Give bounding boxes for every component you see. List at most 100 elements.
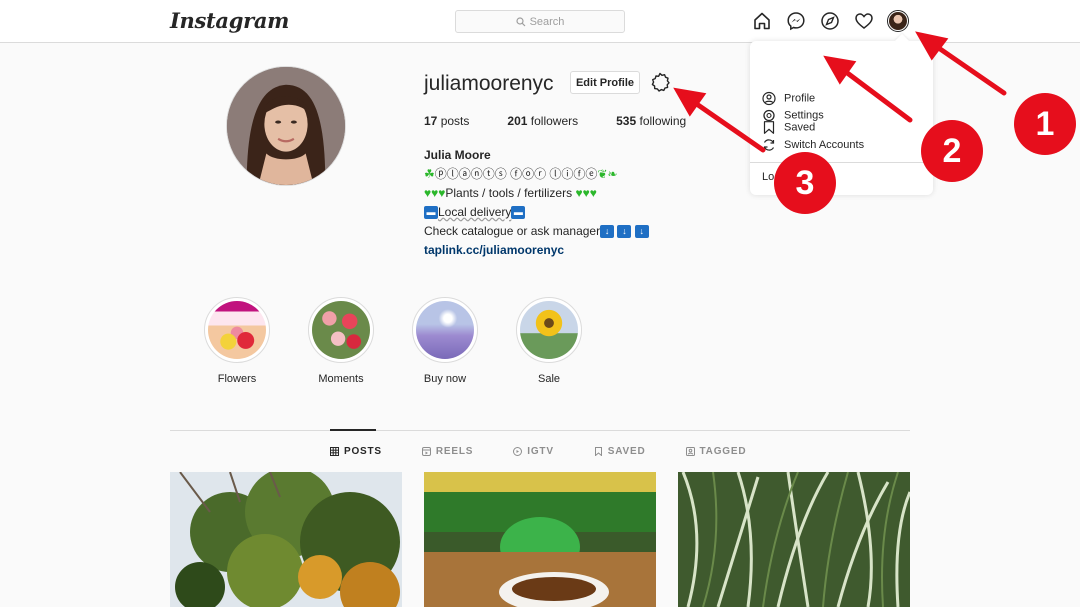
bio-line-1: ☘ⓟⓛⓐⓝⓣⓢ ⓕⓞⓡ ⓛⓘⓕⓔ❦❧: [424, 165, 649, 184]
highlight-thumbnail: [520, 301, 578, 359]
profile-bio: Julia Moore ☘ⓟⓛⓐⓝⓣⓢ ⓕⓞⓡ ⓛⓘⓕⓔ❦❧ ♥♥♥Plants…: [424, 146, 649, 260]
dropdown-item-switch-accounts[interactable]: Switch Accounts: [750, 130, 933, 159]
settings-gear-icon[interactable]: [649, 71, 671, 93]
highlight-ring: [412, 297, 478, 363]
dropdown-label: Switch Accounts: [784, 138, 865, 151]
bio-text: Local delivery: [438, 205, 512, 219]
bio-line-2: ♥♥♥Plants / tools / fertilizers ♥♥♥: [424, 184, 649, 203]
tab-label: IGTV: [527, 446, 554, 457]
bio-text: Plants / tools / fertilizers: [445, 186, 573, 200]
dropdown-divider: [750, 162, 933, 163]
stat-following[interactable]: 535 following: [616, 114, 686, 128]
post-image-coffee: [424, 472, 656, 607]
stat-label: followers: [530, 114, 579, 128]
car-emoji: ▬: [424, 206, 438, 220]
tab-tagged[interactable]: TAGGED: [685, 446, 747, 457]
shamrock-emoji: ☘: [424, 167, 435, 181]
highlight-label: Flowers: [217, 373, 257, 385]
down-arrow-emoji: ↓: [617, 225, 632, 239]
avatar-image: [889, 12, 907, 30]
highlight-label: Moments: [318, 373, 364, 385]
post-thumbnail[interactable]: [170, 472, 402, 607]
tab-posts[interactable]: POSTS: [330, 446, 382, 457]
story-highlights: Flowers Moments Buy now Sale: [204, 297, 582, 385]
tab-label: REELS: [435, 446, 474, 457]
search-icon: [515, 16, 525, 26]
highlight-ring: [204, 297, 270, 363]
tab-saved[interactable]: SAVED: [594, 446, 646, 457]
bio-text: Check catalogue or ask manager: [424, 224, 601, 238]
active-tab-indicator: [330, 429, 376, 431]
annotation-arrow: [927, 39, 1007, 96]
highlight-buy-now[interactable]: Buy now: [412, 297, 478, 385]
post-thumbnail[interactable]: [424, 472, 656, 607]
profile-website-link[interactable]: taplink.cc/juliamoorenyc: [424, 241, 649, 260]
profile-username: juliamoorenyc: [424, 72, 554, 95]
messenger-icon[interactable]: [785, 10, 807, 32]
profile-full-name: Julia Moore: [424, 148, 491, 162]
stat-count: 17: [424, 114, 438, 128]
bio-line-4: Check catalogue or ask manager ↓ ↓ ↓: [424, 222, 649, 241]
annotation-arrowhead: [673, 87, 707, 117]
bio-text: ⓟⓛⓐⓝⓣⓢ ⓕⓞⓡ ⓛⓘⓕⓔ: [434, 167, 598, 181]
green-hearts-emoji: ♥♥♥: [575, 186, 597, 200]
seedling-emoji: ❦❧: [597, 167, 618, 181]
bio-line-3: ▬ Local delivery ▬: [424, 203, 649, 222]
gear-icon: [763, 109, 775, 121]
search-placeholder: Search: [529, 15, 565, 28]
tag-icon: [685, 447, 695, 456]
tab-label: SAVED: [607, 446, 646, 457]
highlight-thumbnail: [312, 301, 370, 359]
highlight-ring: [516, 297, 582, 363]
highlight-flowers[interactable]: Flowers: [204, 297, 270, 385]
stat-label: posts: [440, 114, 470, 128]
down-arrow-emoji: ↓: [600, 225, 615, 239]
highlight-label: Sale: [537, 373, 561, 385]
stat-followers[interactable]: 201 followers: [507, 114, 578, 128]
green-hearts-emoji: ♥♥♥: [424, 186, 446, 200]
dropdown-item-logout[interactable]: Lo: [762, 171, 774, 183]
tabs-divider: [170, 430, 910, 431]
nav-icons: [751, 10, 909, 32]
heart-icon[interactable]: [853, 10, 875, 32]
tab-label: POSTS: [344, 446, 382, 457]
grid-icon: [330, 447, 339, 456]
profile-stats: 17 posts 201 followers 535 following: [424, 114, 724, 128]
stat-posts: 17 posts: [424, 114, 469, 128]
igtv-icon: [513, 447, 523, 456]
highlight-thumbnail: [416, 301, 474, 359]
highlight-ring: [308, 297, 374, 363]
profile-picture[interactable]: [226, 66, 346, 186]
down-arrow-emoji: ↓: [634, 225, 649, 239]
post-image-tree: [170, 472, 402, 607]
home-icon[interactable]: [751, 10, 773, 32]
stat-label: following: [639, 114, 687, 128]
top-navigation-bar: Instagram Search: [0, 0, 1080, 43]
highlight-sale[interactable]: Sale: [516, 297, 582, 385]
post-thumbnail[interactable]: [678, 472, 910, 607]
tab-label: TAGGED: [699, 446, 747, 457]
reels-icon: [421, 447, 431, 456]
highlight-label: Buy now: [423, 373, 467, 385]
tab-reels[interactable]: REELS: [421, 446, 474, 457]
edit-profile-button[interactable]: Edit Profile: [570, 71, 640, 94]
car-emoji: ▬: [511, 206, 526, 220]
highlight-thumbnail: [208, 301, 266, 359]
instagram-logo[interactable]: Instagram: [170, 8, 289, 33]
tab-igtv[interactable]: IGTV: [513, 446, 554, 457]
bookmark-icon: [594, 447, 602, 456]
avatar[interactable]: [887, 10, 909, 32]
annotation-badge-1: 1: [1014, 93, 1076, 155]
stat-count: 535: [616, 114, 637, 128]
profile-tabs: POSTS REELS IGTV SAVED TAGGED: [330, 446, 746, 457]
explore-icon[interactable]: [819, 10, 841, 32]
dropdown-label: Settings: [784, 109, 824, 121]
highlight-moments[interactable]: Moments: [308, 297, 374, 385]
post-image-grass: [678, 472, 910, 607]
switch-icon: [763, 138, 775, 151]
stat-count: 201: [507, 114, 528, 128]
annotation-badge-2: 2: [921, 120, 983, 182]
search-input[interactable]: Search: [455, 10, 625, 33]
profile-photo-illustration: [227, 67, 345, 185]
dropdown-item-settings[interactable]: Settings: [750, 101, 933, 130]
